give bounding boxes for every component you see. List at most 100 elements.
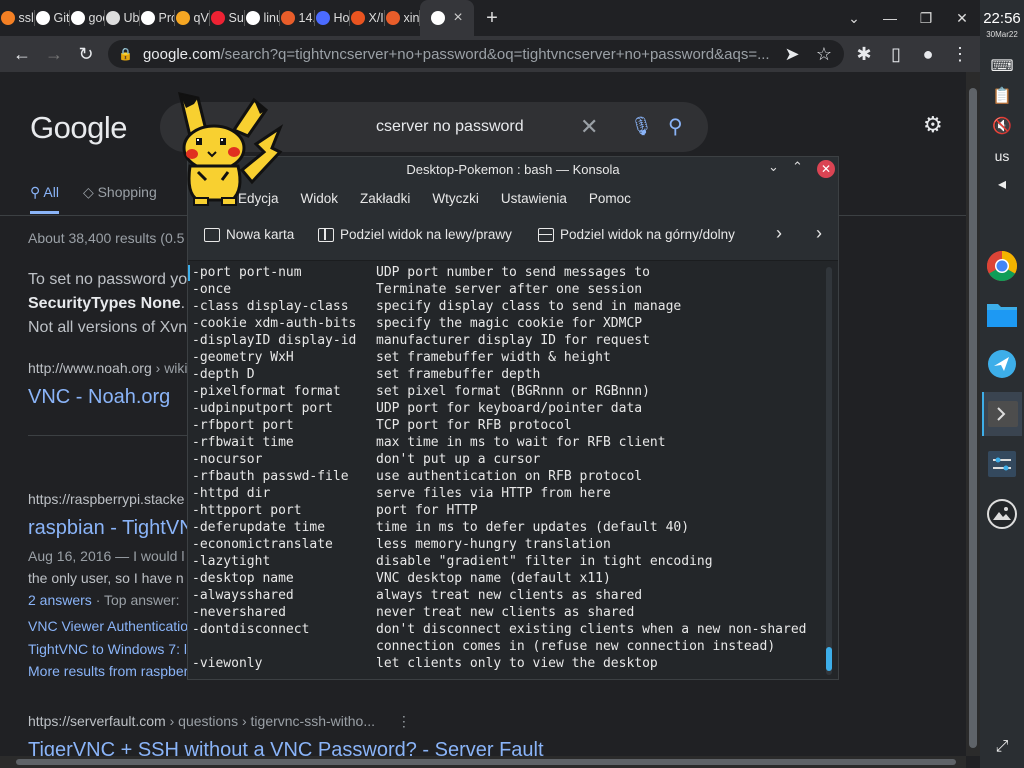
tab-search-icon[interactable]: ⌄ (836, 10, 872, 27)
files-folder-icon[interactable] (982, 292, 1022, 336)
volume-muted-icon[interactable]: 🔇 (980, 116, 1024, 136)
reload-button[interactable]: ↻ (70, 38, 102, 70)
side-panel-icon[interactable]: ▯ (880, 38, 912, 70)
new-tab-button[interactable]: + (474, 7, 510, 30)
konsole-titlebar[interactable]: Desktop-Pokemon : bash — Konsola ⌄ ⌃ ✕ (188, 157, 838, 183)
result-date: Aug 16, 2016 — I would l (28, 548, 185, 564)
ubuntu-icon (350, 11, 365, 25)
browser-tab[interactable]: 14. (280, 0, 315, 36)
option-flag: -nevershared (192, 605, 286, 620)
konsole-icon[interactable] (982, 392, 1022, 436)
scroll-thumb[interactable] (969, 88, 977, 748)
featured-snippet: To set no password yo SecurityTypes None… (28, 271, 199, 336)
search-query[interactable]: cserver no password (376, 118, 524, 136)
konsole-menu-item[interactable]: Ustawienia (501, 191, 567, 206)
browser-tab[interactable]: qV (175, 0, 210, 36)
browser-tab[interactable]: X/I (350, 0, 385, 36)
browser-tab[interactable]: Sup (210, 0, 245, 36)
answers-row: 2 answers · Top answer: (28, 592, 180, 608)
terminal-output[interactable]: -port port-num UDP port number to send me… (188, 261, 838, 679)
menu-kebab-icon[interactable]: ⋮ (944, 38, 976, 70)
browser-tab[interactable]: Pro (140, 0, 175, 36)
browser-tab[interactable]: Git (35, 0, 70, 36)
back-button[interactable]: ← (6, 38, 38, 70)
browser-tab[interactable]: ssl (0, 0, 35, 36)
chrome-icon[interactable] (982, 244, 1022, 288)
google-logo[interactable]: Google (30, 110, 127, 146)
extensions-icon[interactable]: ✱ (848, 38, 880, 70)
option-flag: -cookie xdm-auth-bits (192, 316, 357, 331)
result-title-link[interactable]: VNC - Noah.org (28, 386, 170, 409)
mic-icon[interactable]: 🎙 (630, 116, 653, 137)
result-title-link[interactable]: TigerVNC + SSH without a VNC Password? -… (28, 739, 544, 756)
konsole-menu-item[interactable]: Zakładki (360, 191, 410, 206)
profile-icon[interactable]: ● (912, 38, 944, 70)
browser-tab[interactable]: xin (385, 0, 420, 36)
related-link[interactable]: TightVNC to Windows 7: l (28, 641, 187, 657)
clipboard-icon[interactable]: 📋 (980, 86, 1024, 106)
terminal-scrollbar[interactable] (826, 267, 832, 675)
new-tab-button[interactable]: Nowa karta (204, 227, 294, 242)
bookmark-star-icon[interactable]: ☆ (808, 38, 840, 70)
collapse-arrow-icon[interactable]: ◂ (980, 174, 1024, 194)
page-scrollbar-horizontal[interactable] (0, 756, 966, 768)
minimize-chevron-icon[interactable]: ⌄ (768, 159, 779, 175)
close-button[interactable]: ✕ (944, 10, 980, 27)
tab-title: Pro (158, 11, 175, 25)
maximize-chevron-icon[interactable]: ⌃ (792, 159, 803, 175)
option-flag: -displayID display-id (192, 333, 357, 348)
option-description: Terminate server after one session (376, 282, 643, 297)
tab-all[interactable]: ⚲ All (30, 184, 59, 214)
split-top-bottom-button[interactable]: Podziel widok na górny/dolny (538, 227, 735, 242)
browser-tab[interactable]: Ho (315, 0, 350, 36)
option-description: let clients only to view the desktop (376, 656, 658, 671)
minimize-button[interactable]: — (872, 10, 908, 26)
konsole-menu-item[interactable]: Pomoc (589, 191, 631, 206)
clear-icon[interactable]: ✕ (580, 114, 598, 140)
option-description: don't put up a cursor (376, 452, 541, 467)
browser-tab[interactable]: × (420, 0, 474, 36)
browser-tab[interactable]: goo (70, 0, 105, 36)
expand-arrows-icon[interactable]: ⤢ (980, 738, 1024, 756)
brackets-icon (315, 11, 330, 25)
page-scrollbar-vertical[interactable] (966, 72, 980, 756)
browser-tab[interactable]: Ub (105, 0, 140, 36)
send-icon[interactable]: ➤ (776, 38, 808, 70)
restore-button[interactable]: ❐ (908, 10, 944, 27)
option-description: always treat new clients as shared (376, 588, 643, 603)
tab-shopping[interactable]: ◇ Shopping (83, 184, 157, 214)
image-viewer-icon[interactable] (982, 492, 1022, 536)
split-left-right-button[interactable]: Podziel widok na lewy/prawy (318, 227, 512, 242)
browser-tab[interactable]: linu (245, 0, 280, 36)
tab-close-icon[interactable]: × (453, 9, 462, 27)
search-icon[interactable]: ⚲ (668, 114, 683, 139)
konsole-close-button[interactable]: ✕ (817, 160, 835, 178)
keyboard-layout[interactable]: us (980, 148, 1024, 164)
answers-link[interactable]: 2 answers (28, 592, 92, 608)
konsole-menu-item[interactable]: Wtyczki (432, 191, 479, 206)
option-description: disable "gradient" filter in tight encod… (376, 554, 713, 569)
scroll-thumb[interactable] (826, 647, 832, 671)
network-app-icon[interactable] (982, 342, 1022, 386)
result-snippet: the only user, so I have n (28, 570, 184, 586)
konsole-menu-item[interactable]: Widok (301, 191, 339, 206)
tab-title: qV (193, 11, 209, 25)
toolbar-more-icon[interactable]: › (776, 223, 782, 244)
address-bar[interactable]: 🔒 google.com/search?q=tightvncserver+no+… (108, 40, 844, 68)
result-menu-icon[interactable]: ⋮ (397, 713, 411, 729)
option-description: UDP port number to send messages to (376, 265, 650, 280)
option-flag: -httpd dir (192, 486, 271, 501)
forward-button[interactable]: → (38, 38, 70, 70)
clock-time[interactable]: 22:56 (980, 10, 1024, 27)
toolbar-overflow-icon[interactable]: › (816, 223, 822, 244)
pikachu-desktop-pet[interactable] (168, 90, 284, 208)
result-title-link[interactable]: raspbian - TightVN (28, 517, 194, 540)
settings-gear-icon[interactable]: ⚙ (923, 112, 943, 138)
related-link[interactable]: VNC Viewer Authenticatio (28, 618, 188, 634)
option-flag: -dontdisconnect (192, 622, 310, 637)
settings-sliders-icon[interactable] (982, 442, 1022, 486)
keyboard-icon[interactable]: ⌨ (980, 56, 1024, 76)
related-link[interactable]: More results from raspber (28, 663, 188, 679)
scroll-thumb[interactable] (16, 759, 956, 765)
askubuntu-icon (280, 11, 295, 25)
